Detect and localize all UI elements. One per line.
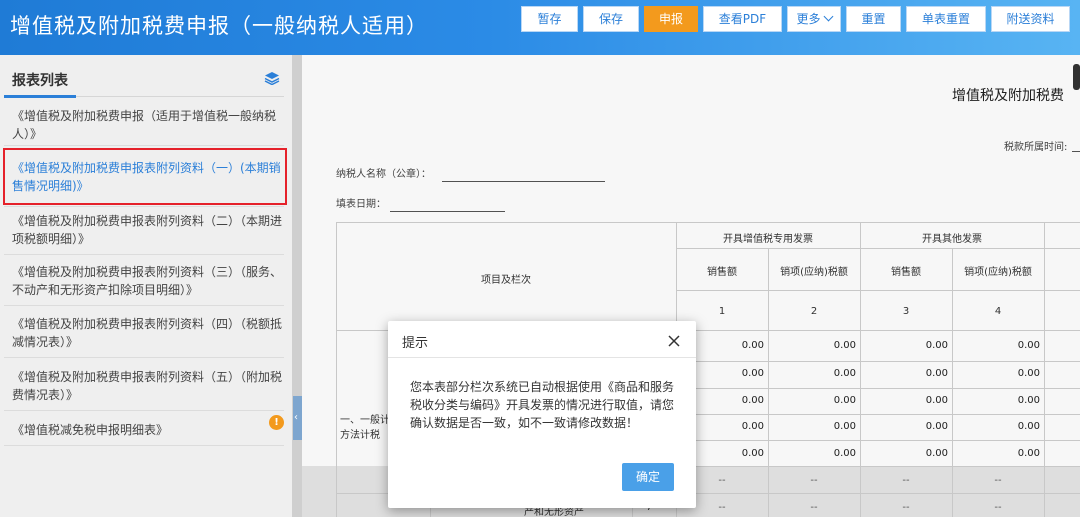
divider	[76, 96, 284, 97]
sidebar-header: 报表列表	[0, 55, 292, 99]
divider	[4, 305, 284, 306]
layers-icon[interactable]	[264, 71, 280, 85]
sidebar-item-schedule-5[interactable]: 《增值税及附加税费申报表附列资料（五）（附加税费情况表）》	[12, 368, 284, 404]
sidebar-title-underline	[4, 95, 76, 98]
prompt-dialog: 提示 您本表部分栏次系统已自动根据使用《商品和服务税收分类与编码》开具发票的情况…	[388, 321, 696, 508]
divider	[4, 445, 284, 446]
chevron-left-icon: ‹	[294, 412, 298, 423]
divider	[4, 206, 284, 207]
dialog-title: 提示	[402, 336, 429, 351]
sidebar-item-schedule-4[interactable]: 《增值税及附加税费申报表附列资料（四）（税额抵减情况表）》	[12, 315, 284, 351]
divider	[4, 410, 284, 411]
selection-highlight	[3, 148, 287, 205]
sidebar-item-schedule-2[interactable]: 《增值税及附加税费申报表附列资料（二）（本期进项税额明细）》	[12, 212, 284, 248]
chevron-down-icon	[823, 11, 833, 22]
save-button[interactable]: 保存	[583, 6, 639, 32]
divider	[388, 357, 696, 358]
close-icon[interactable]	[664, 331, 684, 351]
sidebar-item-main-declaration[interactable]: 《增值税及附加税费申报（适用于增值税一般纳税人）》	[12, 107, 284, 143]
view-pdf-button[interactable]: 查看PDF	[703, 6, 782, 32]
divider	[4, 357, 284, 358]
divider	[4, 254, 284, 255]
warning-badge: !	[269, 415, 284, 430]
sheet-reset-button[interactable]: 单表重置	[906, 6, 986, 32]
more-label: 更多	[796, 12, 821, 26]
temp-save-button[interactable]: 暂存	[521, 6, 578, 32]
more-dropdown[interactable]: 更多	[787, 6, 841, 32]
divider	[4, 145, 284, 146]
sidebar-item-schedule-3[interactable]: 《增值税及附加税费申报表附列资料（三）（服务、不动产和无形资产扣除项目明细）》	[12, 263, 284, 299]
confirm-button[interactable]: 确定	[622, 463, 674, 491]
sidebar-item-exemption[interactable]: 《增值税减免税申报明细表》	[12, 421, 284, 439]
app-header: 增值税及附加税费申报（一般纳税人适用） 暂存 保存 申报 查看PDF 更多 重置…	[0, 0, 1080, 55]
attach-materials-button[interactable]: 附送资料	[991, 6, 1070, 32]
sidebar: 报表列表 《增值税及附加税费申报（适用于增值税一般纳税人）》 《增值税及附加税费…	[0, 55, 292, 517]
sidebar-scrollbar[interactable]	[292, 55, 302, 517]
collapse-sidebar-handle[interactable]: ‹	[293, 396, 302, 440]
sidebar-title: 报表列表	[12, 73, 68, 89]
reset-button[interactable]: 重置	[846, 6, 901, 32]
dialog-message: 您本表部分栏次系统已自动根据使用《商品和服务税收分类与编码》开具发票的情况进行取…	[410, 380, 675, 430]
page-title: 增值税及附加税费申报（一般纳税人适用）	[10, 14, 428, 38]
declare-button[interactable]: 申报	[644, 6, 698, 32]
